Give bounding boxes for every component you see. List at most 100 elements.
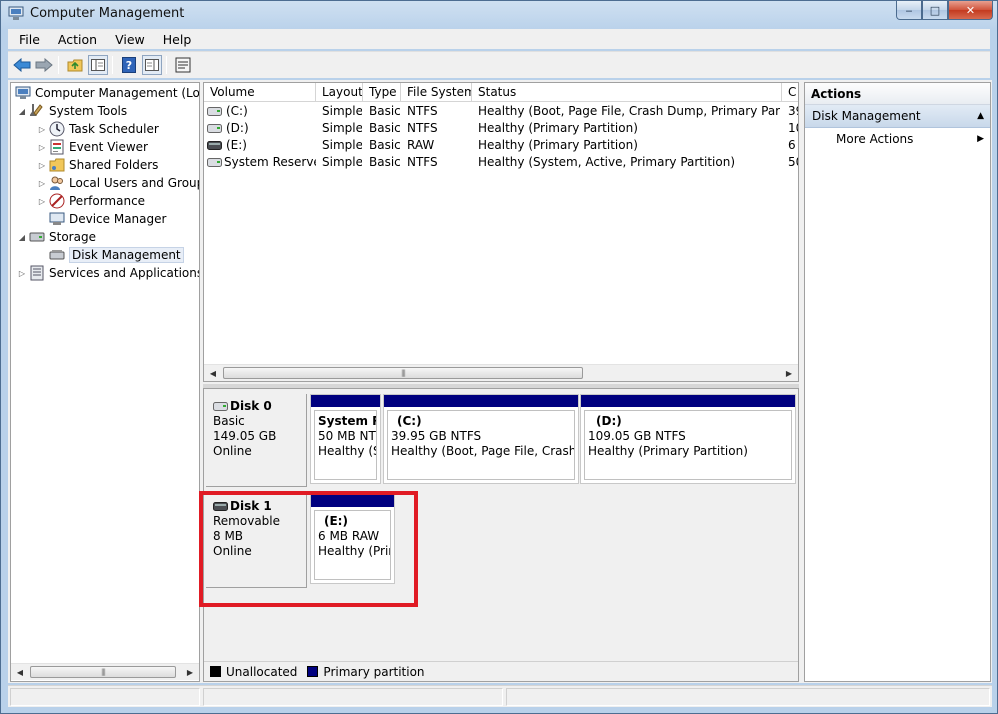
drive-icon	[207, 124, 222, 133]
column-volume[interactable]: Volume	[204, 83, 316, 102]
menu-file[interactable]: File	[8, 32, 47, 47]
submenu-arrow-icon: ▶	[977, 134, 984, 144]
collapse-up-icon[interactable]: ▲	[977, 105, 984, 128]
unallocated-swatch	[210, 666, 221, 677]
console-tree: Computer Management (Local ◢ System Tool…	[10, 82, 200, 682]
column-capacity[interactable]: C	[782, 83, 798, 102]
tree-item-task-scheduler[interactable]: ▷ Task Scheduler	[37, 120, 159, 138]
back-icon[interactable]	[12, 55, 32, 75]
partition-system-reserved[interactable]: System Re 50 MB NTF Healthy (Sy	[310, 394, 381, 484]
drive-icon	[207, 107, 222, 116]
event-viewer-icon	[49, 139, 65, 155]
tree-item-local-users-and-groups[interactable]: ▷ Local Users and Groups	[37, 174, 199, 192]
drive-icon	[207, 158, 222, 167]
properties-icon[interactable]	[173, 55, 193, 75]
volume-list-horizontal-scrollbar[interactable]: ◀ ||| ▶	[204, 364, 798, 381]
forward-icon[interactable]	[34, 55, 54, 75]
tree-item-event-viewer[interactable]: ▷ Event Viewer	[37, 138, 148, 156]
removable-drive-icon	[207, 141, 222, 150]
disk-icon	[213, 402, 228, 411]
partition-legend: Unallocated Primary partition	[204, 661, 798, 681]
menu-action[interactable]: Action	[47, 32, 104, 47]
title-bar[interactable]: Computer Management ‒ □ ✕	[1, 1, 997, 27]
expand-icon[interactable]: ▷	[17, 269, 27, 278]
actions-pane: Actions Disk Management ▲ More Actions ▶	[804, 82, 991, 682]
menu-bar: File Action View Help	[8, 29, 990, 49]
status-bar	[8, 685, 992, 707]
window-title: Computer Management	[30, 6, 185, 21]
scroll-left-icon[interactable]: ◀	[206, 367, 220, 380]
primary-partition-swatch	[307, 666, 319, 677]
toolbar: ?	[8, 51, 990, 78]
partition-e[interactable]: (E:) 6 MB RAW Healthy (Prim	[310, 494, 395, 584]
expand-icon[interactable]: ▷	[37, 197, 47, 206]
actions-header: Actions	[805, 83, 990, 105]
disk-0-label[interactable]: Disk 0 Basic 149.05 GB Online	[206, 394, 307, 487]
disk-1-label[interactable]: Disk 1 Removable 8 MB Online	[206, 494, 307, 588]
disk-row: Disk 0 Basic 149.05 GB Online System Re …	[206, 394, 796, 487]
menu-view[interactable]: View	[104, 32, 152, 47]
column-status[interactable]: Status	[472, 83, 782, 102]
computer-management-window: Computer Management ‒ □ ✕ File Action Vi…	[0, 0, 998, 714]
removable-disk-icon	[213, 502, 228, 511]
volume-row[interactable]: (D:) Simple Basic NTFS Healthy (Primary …	[204, 120, 798, 137]
scroll-thumb[interactable]: |||	[30, 666, 176, 678]
tree-item-disk-management[interactable]: Disk Management	[37, 246, 184, 264]
help-icon[interactable]: ?	[119, 55, 139, 75]
column-type[interactable]: Type	[363, 83, 401, 102]
tree-horizontal-scrollbar[interactable]: ◀ ||| ▶	[11, 663, 199, 680]
disk-row: Disk 1 Removable 8 MB Online (E:) 6 MB R…	[206, 494, 796, 588]
column-file-system[interactable]: File System	[401, 83, 472, 102]
more-actions-item[interactable]: More Actions ▶	[805, 128, 990, 150]
computer-management-icon	[8, 6, 24, 20]
scroll-right-icon[interactable]: ▶	[782, 367, 796, 380]
tree-item-system-tools[interactable]: ◢ System Tools	[17, 102, 127, 120]
partition-d[interactable]: (D:) 109.05 GB NTFS Healthy (Primary Par…	[580, 394, 796, 484]
close-button[interactable]: ✕	[948, 1, 993, 20]
computer-management-icon	[15, 85, 31, 101]
volume-list: Volume Layout Type File System Status C …	[203, 82, 799, 382]
performance-icon	[49, 193, 65, 209]
volume-row[interactable]: System Reserved Simple Basic NTFS Health…	[204, 154, 798, 171]
scroll-left-icon[interactable]: ◀	[13, 666, 27, 679]
svg-text:?: ?	[126, 59, 132, 72]
tree-item-computer-management[interactable]: Computer Management (Local	[13, 84, 199, 102]
legend-unallocated: Unallocated	[226, 664, 298, 679]
minimize-button[interactable]: ‒	[896, 1, 922, 20]
scroll-right-icon[interactable]: ▶	[183, 666, 197, 679]
services-icon	[29, 265, 45, 281]
tree-item-services-and-applications[interactable]: ▷ Services and Applications	[17, 264, 199, 282]
volume-list-header: Volume Layout Type File System Status C	[204, 83, 798, 102]
column-layout[interactable]: Layout	[316, 83, 363, 102]
collapse-icon[interactable]: ◢	[17, 233, 27, 242]
show-hide-tree-icon[interactable]	[88, 55, 108, 75]
task-scheduler-icon	[49, 121, 65, 137]
expand-icon[interactable]: ▷	[37, 125, 47, 134]
up-folder-icon[interactable]	[65, 55, 85, 75]
show-hide-action-pane-icon[interactable]	[142, 55, 162, 75]
tree-item-device-manager[interactable]: Device Manager	[37, 210, 166, 228]
actions-section-disk-management[interactable]: Disk Management ▲	[805, 105, 990, 128]
expand-icon[interactable]: ▷	[37, 143, 47, 152]
storage-icon	[29, 229, 45, 245]
client-area: Computer Management (Local ◢ System Tool…	[8, 80, 992, 683]
expand-icon[interactable]: ▷	[37, 161, 47, 170]
expand-icon[interactable]: ▷	[37, 179, 47, 188]
tree-item-performance[interactable]: ▷ Performance	[37, 192, 145, 210]
partition-c[interactable]: (C:) 39.95 GB NTFS Healthy (Boot, Page F…	[383, 394, 579, 484]
disk-graphical-view: Disk 0 Basic 149.05 GB Online System Re …	[203, 388, 799, 682]
tree-item-shared-folders[interactable]: ▷ Shared Folders	[37, 156, 158, 174]
device-manager-icon	[49, 211, 65, 227]
legend-primary-partition: Primary partition	[323, 664, 425, 679]
volume-row[interactable]: (C:) Simple Basic NTFS Healthy (Boot, Pa…	[204, 103, 798, 120]
collapse-icon[interactable]: ◢	[17, 107, 27, 116]
system-tools-icon	[29, 103, 45, 119]
scroll-thumb[interactable]: |||	[223, 367, 583, 379]
disk-management-icon	[49, 247, 65, 263]
maximize-button[interactable]: □	[922, 1, 948, 20]
tree-item-storage[interactable]: ◢ Storage	[17, 228, 96, 246]
menu-help[interactable]: Help	[152, 32, 199, 47]
volume-row[interactable]: (E:) Simple Basic RAW Healthy (Primary P…	[204, 137, 798, 154]
shared-folders-icon	[49, 157, 65, 173]
local-users-icon	[49, 175, 65, 191]
